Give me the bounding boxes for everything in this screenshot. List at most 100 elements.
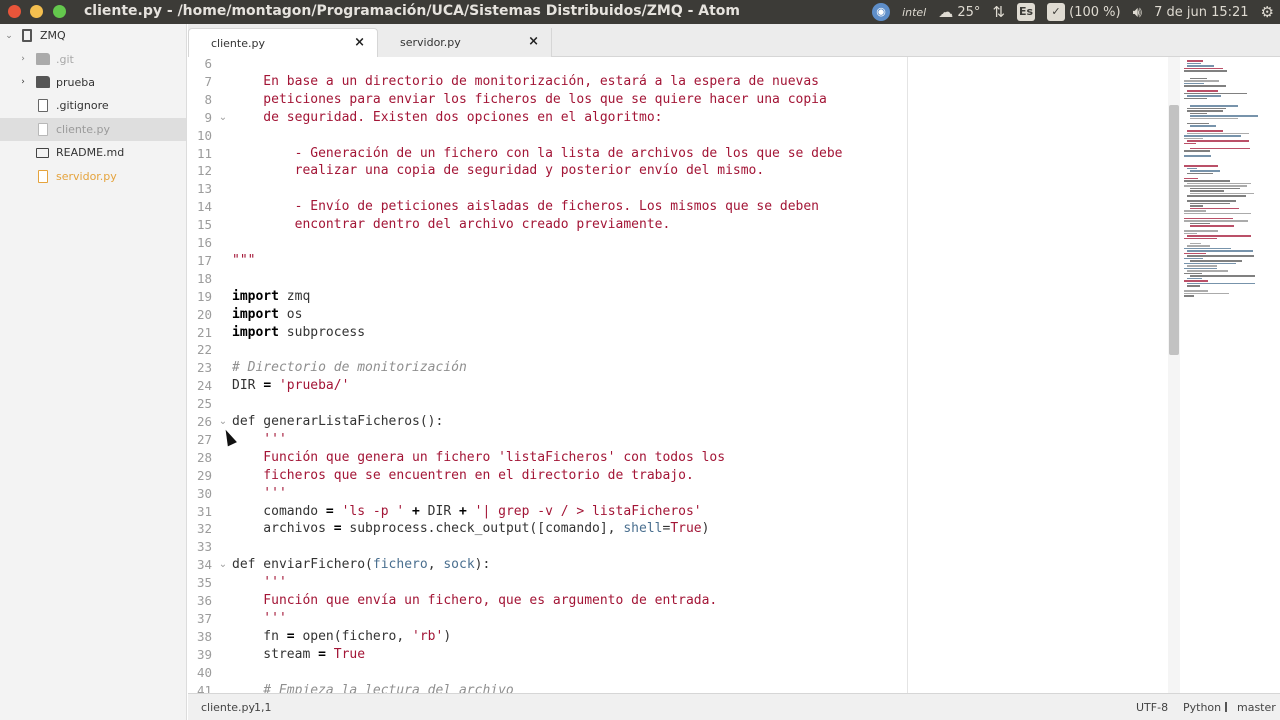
tray-settings[interactable]: ⚙: [1255, 0, 1280, 24]
status-file-name[interactable]: cliente.py: [201, 701, 255, 714]
code-line[interactable]: Función que genera un fichero 'listaFich…: [232, 449, 725, 467]
tree-item-readme[interactable]: README.md: [0, 141, 186, 164]
book-icon: [36, 147, 49, 158]
line-number: 39: [196, 646, 212, 662]
minimap-line: [1184, 262, 1236, 264]
tree-root[interactable]: ⌄ ZMQ: [0, 24, 186, 47]
code-token: fichero: [372, 557, 428, 573]
code-line[interactable]: ''': [232, 485, 287, 503]
minimap-line: [1184, 82, 1204, 84]
editor-scrollbar[interactable]: [1168, 57, 1180, 693]
code-line[interactable]: Función que envía un fichero, que es arg…: [232, 592, 717, 610]
minimap-line: [1190, 260, 1242, 262]
line-number: 36: [196, 593, 212, 608]
window-close-button[interactable]: [8, 5, 21, 18]
line-number: 37: [196, 610, 212, 626]
code-line[interactable]: realizar una copia de seguridad y poster…: [232, 162, 765, 180]
tab-cliente[interactable]: cliente.py ×: [188, 28, 378, 57]
code-token: ,: [427, 557, 444, 573]
tree-item-cliente[interactable]: cliente.py: [0, 117, 186, 141]
code-line[interactable]: comando = 'ls -p ' + DIR + '| grep -v / …: [232, 503, 701, 521]
window-maximize-button[interactable]: [53, 5, 66, 18]
line-number: 6: [204, 57, 212, 71]
code-line[interactable]: archivos = subprocess.check_output([coma…: [232, 520, 709, 538]
minimap-line: [1190, 202, 1230, 204]
code-line[interactable]: de seguridad. Existen dos opciones en el…: [232, 109, 662, 127]
minimap[interactable]: [1180, 57, 1280, 693]
minimap-line: [1184, 220, 1248, 222]
fold-chevron-icon[interactable]: ⌄: [218, 556, 228, 574]
minimap-line: [1184, 280, 1208, 282]
status-grammar[interactable]: Python: [1183, 701, 1221, 714]
code-line[interactable]: stream = True: [232, 646, 365, 664]
close-icon[interactable]: ×: [354, 35, 365, 50]
tree-item-servidor[interactable]: servidor.py: [0, 164, 186, 187]
tree-root-label: ZMQ: [40, 29, 66, 43]
status-encoding[interactable]: UTF-8: [1136, 701, 1168, 714]
window-minimize-button[interactable]: [30, 5, 43, 18]
code-line[interactable]: DIR = 'prueba/': [232, 377, 349, 395]
code-line[interactable]: # Directorio de monitorización: [232, 359, 467, 377]
code-line[interactable]: """: [232, 252, 255, 270]
code-line[interactable]: - Generación de un fichero con la lista …: [232, 145, 843, 163]
code-line[interactable]: ''': [232, 431, 287, 449]
code-content[interactable]: En base a un directorio de monitorizació…: [232, 57, 1162, 693]
minimap-line: [1187, 282, 1255, 284]
code-line[interactable]: fn = open(fichero, 'rb'): [232, 628, 451, 646]
intel-icon: intel: [902, 5, 927, 19]
tree-item-gitignore[interactable]: .gitignore: [0, 94, 186, 117]
code-line[interactable]: encontrar dentro del archivo creado prev…: [232, 216, 671, 234]
code-line[interactable]: peticiones para enviar los ficheros de l…: [232, 91, 827, 109]
code-line[interactable]: # Empieza la lectura del archivo: [232, 682, 513, 694]
line-number: 15: [196, 217, 212, 233]
scrollbar-thumb[interactable]: [1169, 105, 1179, 355]
status-cursor-position[interactable]: 1,1: [254, 701, 272, 714]
code-line[interactable]: import zmq: [232, 288, 310, 306]
code-line[interactable]: def generarListaFicheros():: [232, 413, 443, 431]
tree-item-git[interactable]: › .git: [0, 47, 186, 70]
minimap-line: [1184, 295, 1194, 297]
wrap-guide: [907, 57, 908, 693]
code-line[interactable]: En base a un directorio de monitorizació…: [232, 73, 819, 91]
code-line[interactable]: ficheros que se encuentren en el directo…: [232, 467, 693, 485]
code-token: comando: [232, 503, 326, 519]
minimap-line: [1190, 222, 1210, 224]
code-line[interactable]: import os: [232, 306, 302, 324]
minimap-line: [1187, 255, 1254, 257]
code-token: subprocess.check_output([comando],: [341, 521, 624, 537]
code-token: shell: [623, 521, 663, 537]
tree-item-label: servidor.py: [56, 169, 117, 183]
code-token: Función que envía un fichero, que es arg…: [232, 593, 718, 608]
code-editor[interactable]: 6 7 8 9 ⌄ 10 11 12 13 14 15 16 17 18 19 20 21 22 23 24 25 26 ⌄…: [188, 57, 1168, 693]
tray-volume[interactable]: 🔊︎: [1127, 0, 1148, 24]
minimap-line: [1187, 172, 1213, 174]
minimap-line: [1187, 90, 1218, 92]
minimap-line: [1184, 237, 1217, 239]
code-line[interactable]: ''': [232, 574, 287, 592]
minimap-line: [1184, 165, 1218, 167]
tray-clock[interactable]: 7 de jun 15:21: [1148, 0, 1254, 24]
tray-intel[interactable]: intel: [896, 0, 932, 24]
minimap-line: [1187, 110, 1223, 112]
status-branch[interactable]: master: [1225, 701, 1276, 714]
tree-item-prueba[interactable]: › prueba: [0, 71, 186, 94]
minimap-line: [1184, 85, 1226, 87]
minimap-line: [1184, 70, 1227, 72]
code-line[interactable]: def enviarFichero(fichero, sock):: [232, 556, 490, 574]
tab-servidor[interactable]: servidor.py ×: [378, 28, 552, 57]
minimap-line: [1184, 150, 1210, 152]
minimap-line: [1184, 92, 1247, 94]
minimap-line: [1187, 122, 1209, 124]
code-line[interactable]: - Envío de peticiones aisladas de ficher…: [232, 198, 819, 216]
fold-chevron-icon[interactable]: ⌄: [218, 109, 228, 127]
tray-weather[interactable]: ☁ 25°: [932, 0, 986, 24]
minimap-line: [1190, 275, 1255, 277]
code-line[interactable]: import subprocess: [232, 324, 365, 342]
tray-battery[interactable]: ✓ (100 %): [1041, 0, 1127, 24]
code-line[interactable]: ''': [232, 610, 287, 628]
minimap-line: [1187, 65, 1214, 67]
tray-camera[interactable]: ◉: [866, 0, 896, 24]
tray-keyboard[interactable]: Es: [1011, 0, 1041, 24]
tray-network[interactable]: ⇅: [986, 0, 1011, 24]
close-icon[interactable]: ×: [528, 34, 539, 49]
